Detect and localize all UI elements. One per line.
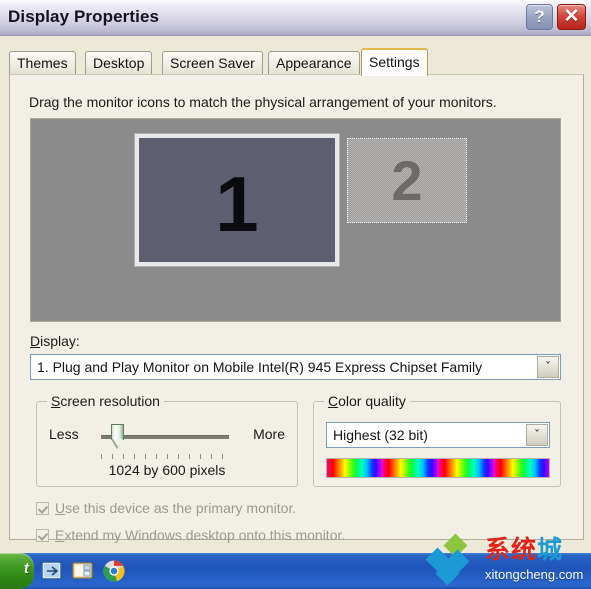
tab-desktop[interactable]: Desktop xyxy=(85,51,153,75)
resolution-slider-ticks xyxy=(101,454,229,459)
start-button[interactable]: t xyxy=(0,553,34,589)
resolution-value-label: 1024 by 600 pixels xyxy=(108,462,226,478)
color-quality-group: Color quality Highest (32 bit) ˇ xyxy=(313,393,561,487)
tab-label: Appearance xyxy=(276,55,352,71)
watermark-chinese-text: 系统城 xyxy=(485,535,563,565)
tab-label: Desktop xyxy=(93,55,145,71)
color-quality-title-rest: olor quality xyxy=(338,393,406,409)
screen-resolution-title-rest: creen resolution xyxy=(60,393,160,409)
watermark-cn-blue: 城 xyxy=(537,535,564,564)
watermark-cn-red: 系统 xyxy=(485,535,538,564)
checkbox-primary-monitor[interactable]: Use this device as the primary monitor. xyxy=(36,500,296,516)
monitor-number-label: 2 xyxy=(391,149,423,212)
display-select[interactable]: 1. Plug and Play Monitor on Mobile Intel… xyxy=(30,354,561,380)
slider-thumb-tip-inner xyxy=(112,439,123,447)
close-icon: ✕ xyxy=(563,6,580,27)
color-quality-select-value: Highest (32 bit) xyxy=(333,427,428,443)
checkbox-accel: E xyxy=(55,527,65,543)
tab-themes[interactable]: Themes xyxy=(9,51,76,75)
color-quality-select[interactable]: Highest (32 bit) ˇ xyxy=(326,422,550,448)
display-properties-window: Display Properties ? ✕ Themes Desktop Sc… xyxy=(0,0,591,589)
monitor-arrangement-preview[interactable]: 1 2 xyxy=(30,118,561,322)
resolution-less-label: Less xyxy=(49,426,79,442)
screen-resolution-group: Screen resolution Less More 1024 by 600 … xyxy=(36,393,298,487)
chevron-down-icon: ˇ xyxy=(545,360,551,374)
display-label-accel: D xyxy=(30,333,41,349)
monitor-number-label: 1 xyxy=(215,160,259,248)
show-desktop-icon[interactable] xyxy=(40,559,64,583)
tab-screen-saver[interactable]: Screen Saver xyxy=(162,51,263,75)
display-label-rest: isplay: xyxy=(40,333,80,349)
display-select-arrow-button[interactable]: ˇ xyxy=(537,356,559,378)
checkbox-rest: se this device as the primary monitor. xyxy=(65,500,297,516)
tab-label: Screen Saver xyxy=(170,55,255,71)
start-button-label: t xyxy=(24,560,29,577)
drag-monitors-hint: Drag the monitor icons to match the phys… xyxy=(29,94,497,110)
close-button[interactable]: ✕ xyxy=(557,4,586,30)
quick-launch-bar xyxy=(40,557,126,585)
screen-resolution-title-accel: S xyxy=(51,393,61,409)
checkbox-rest: xtend my Windows desktop onto this monit… xyxy=(64,527,346,543)
window-title: Display Properties xyxy=(8,7,160,26)
help-button[interactable]: ? xyxy=(526,4,553,30)
color-quality-title-accel: C xyxy=(328,393,339,409)
screen-resolution-title: Screen resolution xyxy=(47,393,164,409)
display-label: Display: xyxy=(30,333,80,349)
resolution-slider-thumb[interactable] xyxy=(111,424,124,450)
checkbox-accel: U xyxy=(55,500,66,516)
slider-thumb-body xyxy=(111,424,124,440)
monitor-icon-2[interactable]: 2 xyxy=(347,138,467,223)
tab-strip: Themes Desktop Screen Saver Appearance S… xyxy=(9,48,584,76)
watermark-diamonds-icon xyxy=(425,533,483,586)
windows-explorer-icon[interactable] xyxy=(71,559,95,583)
tab-settings[interactable]: Settings xyxy=(361,48,428,76)
color-spectrum-bar xyxy=(326,458,550,478)
watermark-url: xitongcheng.com xyxy=(485,567,584,582)
checkbox-primary-monitor-label: Use this device as the primary monitor. xyxy=(55,500,296,516)
google-chrome-icon[interactable] xyxy=(102,559,126,583)
title-bar: Display Properties ? ✕ xyxy=(0,0,591,36)
watermark-logo: 系统城 xitongcheng.com xyxy=(425,533,587,587)
question-mark-icon: ? xyxy=(534,7,545,26)
display-select-value: 1. Plug and Play Monitor on Mobile Intel… xyxy=(37,359,483,375)
tab-label: Settings xyxy=(369,54,420,70)
tab-label: Themes xyxy=(17,55,68,71)
checkbox-extend-desktop[interactable]: Extend my Windows desktop onto this moni… xyxy=(36,527,345,543)
chevron-down-icon: ˇ xyxy=(534,428,540,442)
checkbox-extend-desktop-label: Extend my Windows desktop onto this moni… xyxy=(55,527,345,543)
color-quality-select-arrow-button[interactable]: ˇ xyxy=(526,424,548,446)
tab-appearance[interactable]: Appearance xyxy=(268,51,360,75)
checkmark-icon xyxy=(36,502,49,515)
monitor-icon-1[interactable]: 1 xyxy=(134,133,340,267)
color-quality-title: Color quality xyxy=(324,393,410,409)
checkmark-icon xyxy=(36,529,49,542)
resolution-more-label: More xyxy=(253,426,285,442)
settings-tab-page: Drag the monitor icons to match the phys… xyxy=(9,74,584,543)
